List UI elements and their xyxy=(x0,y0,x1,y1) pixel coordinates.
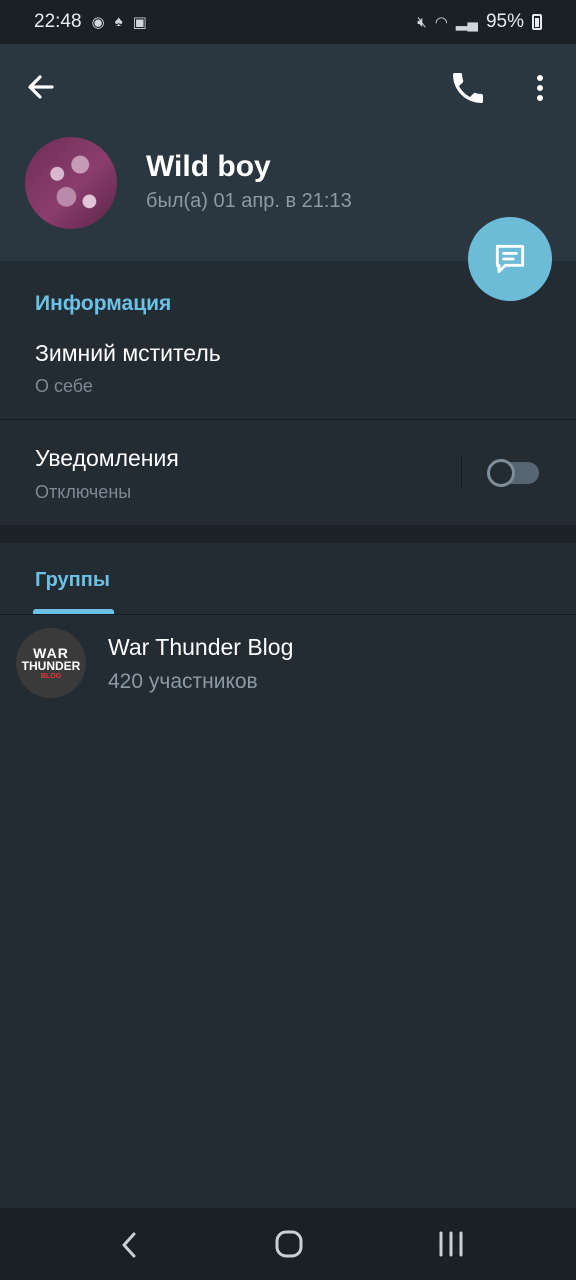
wifi-icon: ◠ xyxy=(434,14,448,31)
notifications-status: Отключены xyxy=(35,482,132,502)
group-avatar: WAR THUNDER BLOG xyxy=(16,628,86,698)
status-time: 22:48 xyxy=(34,11,82,32)
status-bar: 22:48 ◉ ♠ ▣ 🔇︎ ◠ ▂▄ 95% xyxy=(0,0,576,44)
group-avatar-text: WAR xyxy=(33,645,69,661)
signal-icon: ▂▄ xyxy=(455,14,478,31)
message-fab-button[interactable] xyxy=(468,217,552,301)
arrow-left-icon xyxy=(28,75,54,99)
message-icon xyxy=(495,244,525,274)
nav-back-button[interactable] xyxy=(114,1228,144,1262)
toggle-knob xyxy=(487,459,515,487)
gallery-icon: ▣ xyxy=(132,14,147,31)
status-right: 🔇︎ ◠ ▂▄ 95% xyxy=(417,11,542,33)
section-separator xyxy=(0,525,576,543)
nav-recent-button[interactable] xyxy=(436,1230,466,1258)
nav-home-icon xyxy=(275,1230,303,1258)
notifications-title[interactable]: Уведомления xyxy=(35,445,179,472)
divider xyxy=(0,419,576,420)
navigation-bar xyxy=(0,1208,576,1280)
battery-icon xyxy=(532,14,542,30)
more-vertical-icon xyxy=(537,75,543,101)
group-avatar-text: THUNDER xyxy=(21,659,81,673)
group-members-count: 420 участников xyxy=(108,670,258,693)
discord-icon: ◉ xyxy=(91,14,105,31)
notification-icon: ♠ xyxy=(114,13,123,30)
list-item[interactable]: WAR THUNDER BLOG War Thunder Blog 420 уч… xyxy=(0,620,576,708)
nav-back-icon xyxy=(122,1232,136,1258)
phone-icon xyxy=(453,73,483,103)
bio-label: О себе xyxy=(35,376,93,396)
nav-recent-icon xyxy=(439,1231,463,1257)
profile-name: Wild boy xyxy=(146,150,271,183)
mute-icon: 🔇︎ xyxy=(417,13,427,31)
notifications-toggle[interactable] xyxy=(487,459,539,487)
vertical-divider xyxy=(461,455,462,489)
bio-value[interactable]: Зимний мститель xyxy=(35,340,221,367)
more-button[interactable] xyxy=(524,70,556,106)
battery-percent: 95% xyxy=(485,11,524,32)
tab-groups[interactable]: Группы xyxy=(35,569,110,592)
group-name: War Thunder Blog xyxy=(108,634,294,660)
status-left-icons: ◉ ♠ ▣ xyxy=(92,13,147,31)
section-title-info: Информация xyxy=(35,292,172,315)
back-button[interactable] xyxy=(22,70,62,104)
call-button[interactable] xyxy=(448,68,488,108)
last-seen-status: был(а) 01 апр. в 21:13 xyxy=(146,190,352,212)
nav-home-button[interactable] xyxy=(273,1228,305,1260)
group-avatar-text: BLOG xyxy=(40,673,62,680)
avatar[interactable] xyxy=(25,137,117,229)
tab-divider xyxy=(0,614,576,615)
